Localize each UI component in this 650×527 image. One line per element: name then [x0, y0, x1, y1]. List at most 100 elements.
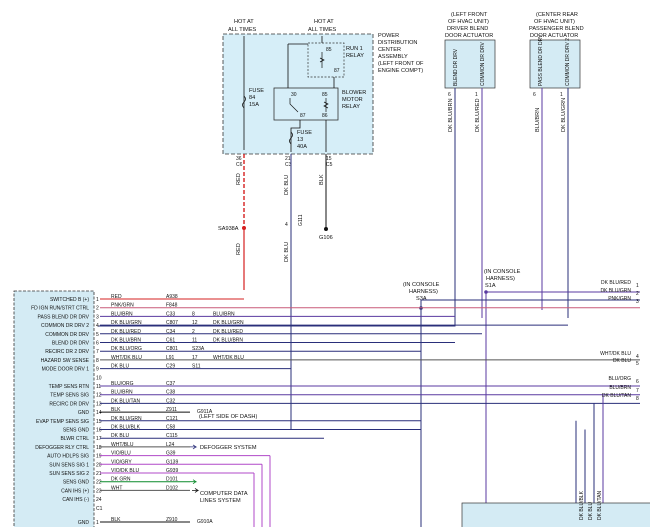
hot-at-all-times-right-2: ALL TIMES	[308, 27, 337, 33]
right-edge-wire-label: BLU/ORG	[608, 376, 631, 382]
fuse-84-label-1: FUSE	[249, 88, 264, 94]
wire-color-label: RED	[111, 294, 122, 300]
note-computer-data-1: COMPUTER DATA	[200, 491, 248, 497]
right-edge-labels: DK BLU/RED 1 DK BLU/GRN 2 PNK/GRN 3 WHT/DK BLU…	[600, 280, 639, 402]
wiring-diagram: HOT AT ALL TIMES HOT AT ALL TIMES POWER …	[13, 12, 650, 527]
wire-circuit-label: D101	[166, 477, 178, 483]
pdc-cavity-a-connector: C6	[236, 162, 243, 168]
wire-circuit-label: C29	[166, 364, 175, 370]
blower-relay-pin-86: 86	[322, 113, 328, 119]
wire-splice-label: 11	[192, 338, 197, 344]
wire-color-label: BLU/BRN	[111, 390, 133, 396]
fuse-13-label-3: 40A	[297, 144, 307, 150]
note-computer-data-2: LINES SYSTEM	[200, 498, 241, 504]
wire-circuit-label: L91	[166, 355, 175, 361]
module-pin-label: SUN SENS SIG 1	[49, 462, 89, 468]
wire-circuit-label: C115	[166, 433, 178, 439]
module-pin-number: 21	[96, 471, 102, 477]
module-pin-label: RECIRC DR 2 DRV	[45, 349, 89, 355]
red-wire-label: RED	[236, 173, 242, 185]
module-pin-number: 22	[96, 480, 102, 486]
driver-actuator-pin-1: BLEND DR DRV	[453, 48, 459, 86]
right-edge-wire-label: DK BLU/TAN	[602, 393, 631, 399]
wire-circuit-label: C34	[166, 329, 175, 335]
module-pin-label: CAN IHS (-)	[62, 497, 89, 503]
splice-s3a-note-2: HARNESS)	[409, 289, 438, 295]
ground-g106-dot	[324, 227, 328, 231]
right-edge-wire-label: WHT/DK BLU	[600, 351, 631, 357]
bottom-vertical-label-2: DK BLU	[588, 502, 594, 520]
bottom-right-connector-box	[461, 502, 650, 527]
run-relay-label-1: RUN 1	[346, 46, 363, 52]
splice-s1a-label: S1A	[485, 283, 496, 289]
module-pin-number: 8	[96, 358, 99, 364]
passenger-actuator-wire-2-label: DK BLU/GRN	[561, 98, 567, 132]
wire-circuit-label: C33	[166, 311, 175, 317]
module-pin-label: HAZARD SW SENSE	[41, 358, 90, 364]
module-pin-number: 14	[96, 410, 102, 416]
wire-color-label: DK BLU	[111, 364, 129, 370]
wire-circuit-label: C801	[166, 346, 178, 352]
module-pin-label: MODE DOOR DRV 1	[42, 367, 90, 373]
wire-circuit-label: C37	[166, 381, 175, 387]
wire-circuit-label: A938	[166, 294, 178, 300]
wire-after-label: WHT/DK BLU	[213, 355, 244, 361]
note-left-side-of-dash: (LEFT SIDE OF DASH)	[199, 414, 257, 420]
driver-actuator-cav-1: 6	[448, 92, 451, 98]
wire-splice-label: S23A	[192, 346, 205, 352]
driver-actuator-title-3: DRIVER BLEND	[447, 26, 488, 32]
right-edge-pin-number: 7	[636, 388, 639, 394]
bottom-right-connector: DK BLU/BLK DK BLU DK BLU/TAN	[461, 490, 650, 527]
module-pin-number: 24	[96, 497, 102, 503]
blower-relay-label-1: BLOWER	[342, 90, 366, 96]
wire-after-label: BLU/BRN	[213, 311, 235, 317]
pdc-cavity-c-connector: C5	[326, 162, 333, 168]
passenger-actuator-title-2: OF HVAC UNIT)	[534, 19, 575, 25]
wire-after-label: DK BLU/BRN	[213, 338, 243, 344]
blower-relay-label-3: RELAY	[342, 104, 360, 110]
pdc-title-2: DISTRIBUTION	[378, 40, 417, 46]
wire-color-label: WHT	[111, 485, 122, 491]
run-relay-pin-85: 85	[326, 47, 332, 53]
data-line-arrow	[192, 488, 200, 493]
splice-s3a-to-right	[420, 299, 640, 308]
module-pin-label: AUTO HDLPS SIG	[47, 454, 89, 460]
module-pin-label: GND	[78, 520, 90, 526]
passenger-actuator-title-3: PASSENGER BLEND	[529, 26, 584, 32]
module-pin-number: 19	[96, 454, 102, 460]
run-relay-label-2: RELAY	[346, 53, 364, 59]
wire-circuit-label: F848	[166, 303, 178, 309]
module-pin-label: TEMP SENS RTN	[49, 384, 90, 390]
module-wire-runs: RED A938 PNK/GRN F848 BLU/BRN C33 8 BLU/BRN DK B…	[100, 294, 640, 527]
blower-relay-pin-30: 30	[291, 92, 297, 98]
splice-s1a-note-1: (IN CONSOLE	[484, 269, 521, 275]
module-pin-label: SENS GND	[63, 428, 90, 434]
hot-at-all-times-left-1: HOT AT	[234, 19, 254, 25]
wire-circuit-label: Z910	[166, 517, 178, 523]
module-pin-label: CAN IHS (+)	[61, 488, 89, 494]
module-pin-number: 4	[96, 323, 99, 329]
wire-circuit-label: C58	[166, 425, 175, 431]
module-pin-label: DEFOGGER RLY CTRL	[35, 445, 89, 451]
wire-color-label: WHT/DK BLU	[111, 355, 142, 361]
connector-cavity-4: 4	[285, 222, 288, 228]
wire-color-label: VIO/BLU	[111, 451, 131, 457]
top-wires: RED RED SA938A DK BLU DK BLU G111 4 BLK …	[218, 154, 333, 430]
wire-color-label: VIO/GRY	[111, 459, 132, 465]
pdc-title-6: ENGINE COMPT)	[378, 68, 423, 74]
module-pin-number: 9	[96, 367, 99, 373]
module-pin-number: C1	[96, 506, 103, 512]
module-pin-label: SWITCHED B (+)	[50, 297, 89, 303]
defogger-arrow	[190, 444, 198, 450]
splice-s3a-note-1: (IN CONSOLE	[403, 282, 440, 288]
wire-circuit-label: C121	[166, 416, 178, 422]
wire-color-label: VIO/DK BLU	[111, 468, 139, 474]
wire-color-label: DK BLU/BRN	[111, 338, 141, 344]
data-line-arrow	[190, 479, 198, 485]
passenger-actuator-cav-2: 1	[560, 92, 563, 98]
module-pin-number: 16	[96, 428, 102, 434]
module-pin-number: 23	[96, 488, 102, 494]
module-pin-number: 17	[96, 436, 102, 442]
wire-color-label: BLU/ORG	[111, 381, 134, 387]
driver-actuator-cav-2: 1	[475, 92, 478, 98]
